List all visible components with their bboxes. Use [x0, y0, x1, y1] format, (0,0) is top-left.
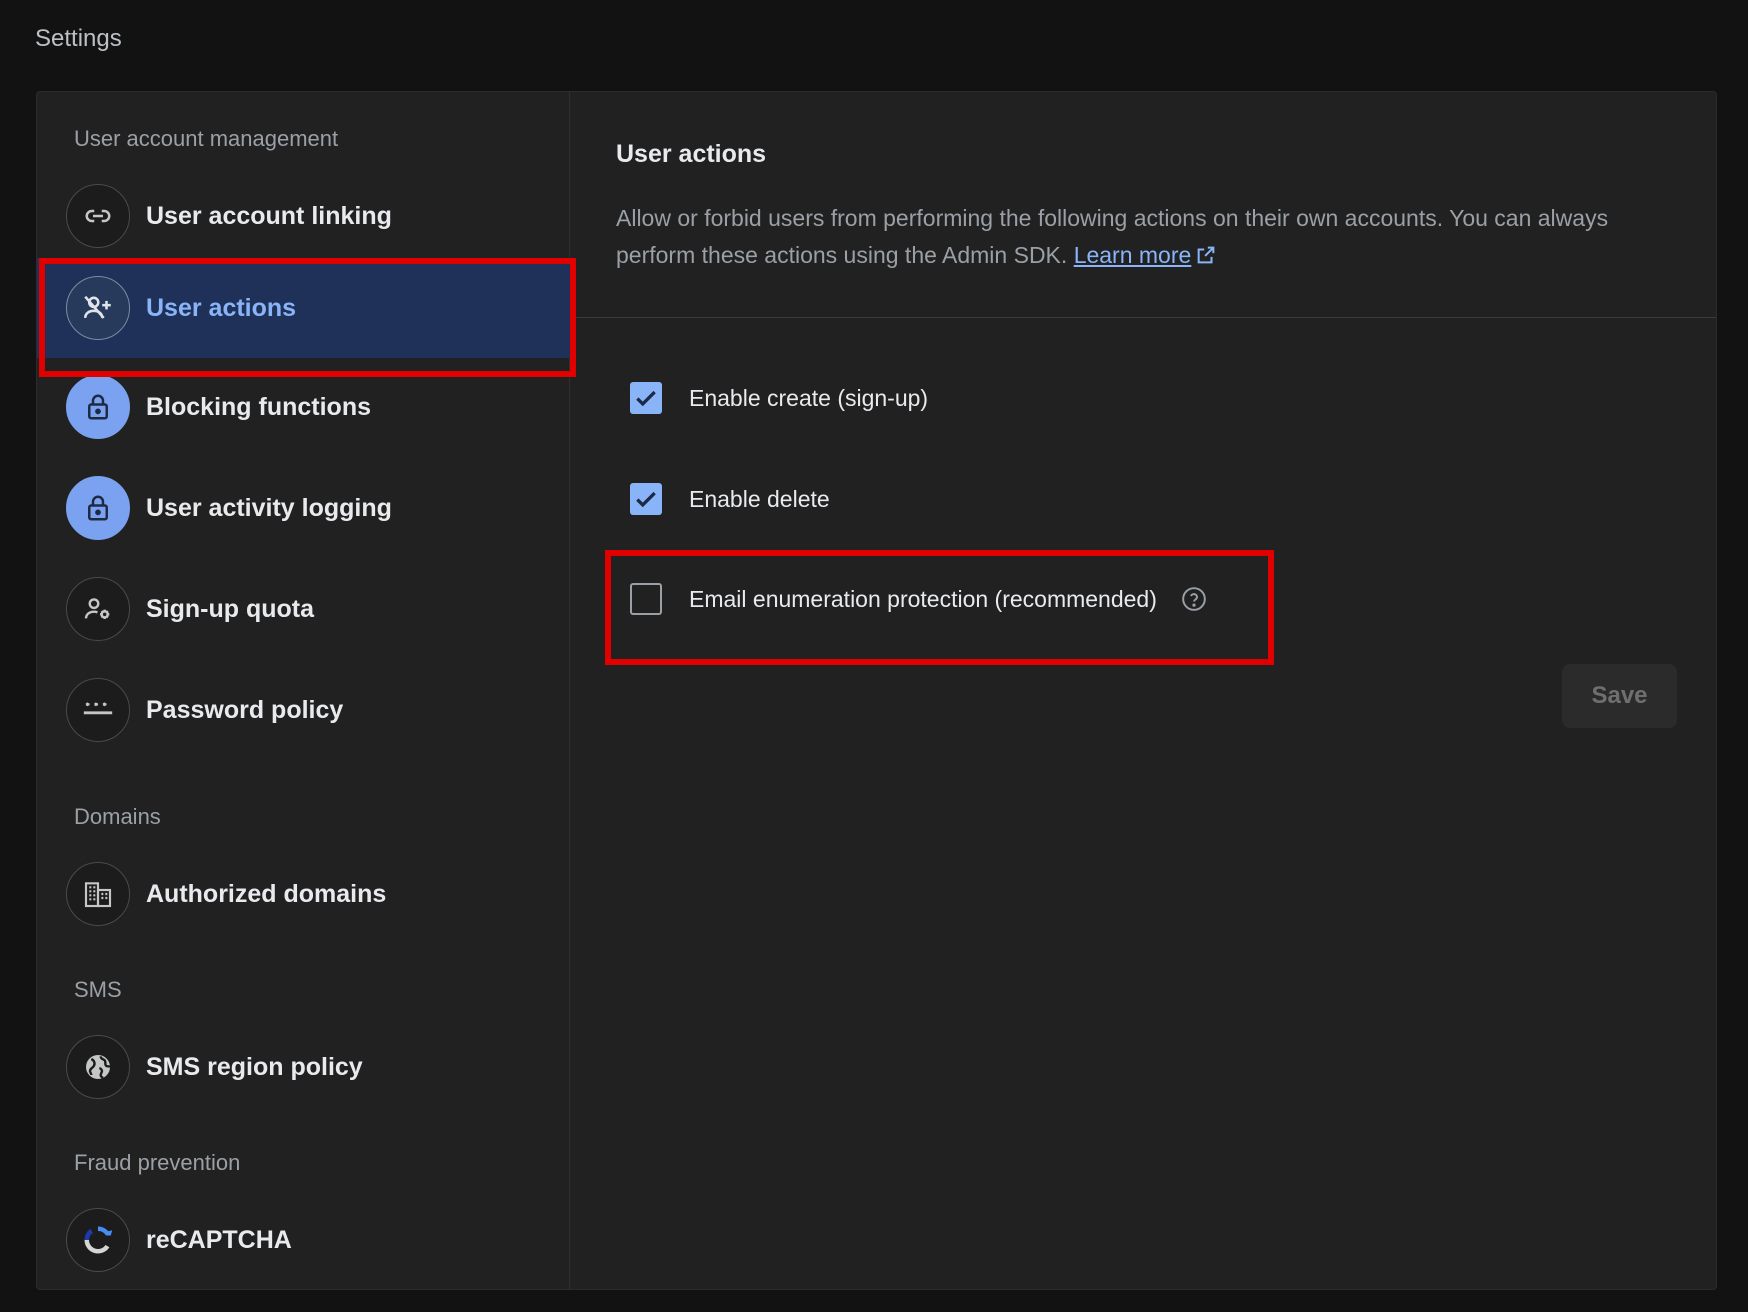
password-icon — [66, 678, 130, 742]
divider — [570, 317, 1716, 318]
sidebar-item-sms-region-policy[interactable]: SMS region policy — [37, 1017, 570, 1117]
sidebar-item-user-actions[interactable]: User actions — [37, 258, 570, 358]
sidebar-item-label: reCAPTCHA — [146, 1225, 292, 1254]
section-label-user-account-management: User account management — [74, 126, 339, 151]
save-button[interactable]: Save — [1562, 664, 1677, 728]
sidebar-item-user-account-linking[interactable]: User account linking — [37, 166, 570, 266]
email-enumeration-checkbox[interactable] — [630, 583, 662, 615]
section-label-sms: SMS — [74, 977, 122, 1002]
sidebar-item-authorized-domains[interactable]: Authorized domains — [37, 844, 570, 944]
sidebar-item-password-policy[interactable]: Password policy — [37, 660, 570, 760]
sidebar-item-blocking-functions[interactable]: Blocking functions — [37, 357, 570, 457]
page-title: Settings — [35, 25, 122, 52]
sidebar-item-sign-up-quota[interactable]: Sign-up quota — [37, 559, 570, 659]
globe-icon — [66, 1035, 130, 1099]
person-gear-icon — [66, 577, 130, 641]
sidebar-item-user-activity-logging[interactable]: User activity logging — [37, 458, 570, 558]
enable-delete-label: Enable delete — [689, 485, 830, 512]
option-email-enumeration-protection[interactable]: Email enumeration protection (recommende… — [630, 579, 1207, 619]
sidebar-item-label: User activity logging — [146, 493, 392, 522]
sidebar-item-label: Sign-up quota — [146, 594, 315, 623]
email-enumeration-label: Email enumeration protection (recommende… — [689, 585, 1157, 612]
help-icon[interactable] — [1181, 586, 1207, 612]
option-enable-delete[interactable]: Enable delete — [630, 479, 830, 519]
option-enable-create[interactable]: Enable create (sign-up) — [630, 378, 928, 418]
sidebar: User account management User account lin… — [37, 92, 570, 1289]
sidebar-item-recaptcha[interactable]: reCAPTCHA — [37, 1190, 570, 1290]
external-link-icon — [1195, 240, 1217, 277]
section-title: User actions — [616, 140, 767, 168]
building-icon — [66, 862, 130, 926]
sidebar-item-label: User actions — [146, 293, 297, 322]
sidebar-item-label: SMS region policy — [146, 1052, 363, 1081]
lock-icon — [66, 476, 130, 540]
person-add-icon — [66, 276, 130, 340]
sidebar-item-label: Authorized domains — [146, 879, 387, 908]
enable-delete-checkbox[interactable] — [630, 483, 662, 515]
sidebar-item-label: Password policy — [146, 695, 344, 724]
section-label-domains: Domains — [74, 804, 161, 829]
recaptcha-icon — [66, 1208, 130, 1272]
section-description: Allow or forbid users from performing th… — [616, 200, 1676, 277]
learn-more-link[interactable]: Learn more — [1074, 242, 1218, 268]
settings-card: User account management User account lin… — [36, 91, 1717, 1290]
lock-icon — [66, 375, 130, 439]
enable-create-checkbox[interactable] — [630, 382, 662, 414]
sidebar-item-label: User account linking — [146, 201, 392, 230]
link-icon — [66, 184, 130, 248]
main-content: User actions Allow or forbid users from … — [570, 92, 1716, 1289]
learn-more-label: Learn more — [1073, 242, 1192, 268]
section-label-fraud-prevention: Fraud prevention — [74, 1150, 241, 1175]
enable-create-label: Enable create (sign-up) — [689, 384, 929, 411]
sidebar-item-label: Blocking functions — [146, 392, 371, 421]
